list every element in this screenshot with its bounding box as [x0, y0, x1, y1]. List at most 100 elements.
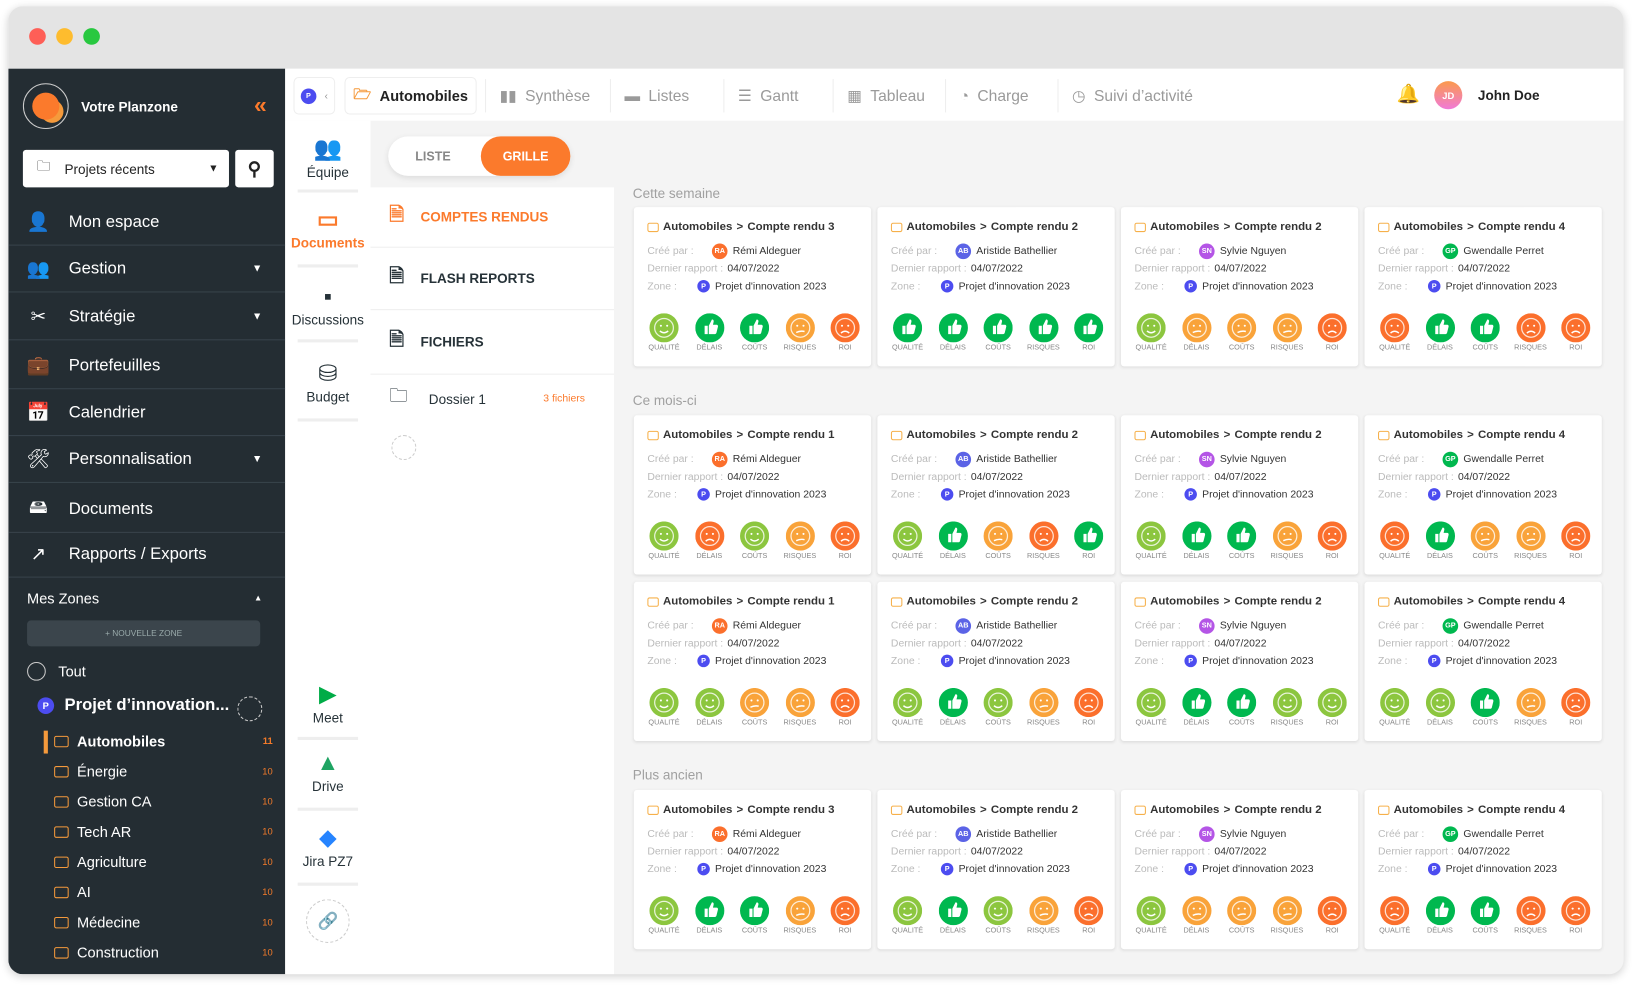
indicator-coûts[interactable]: COÛTS	[1221, 313, 1263, 352]
indicator-qualité[interactable]: QUALITÉ	[1374, 521, 1416, 560]
folder-item[interactable]: Agriculture 10	[54, 853, 273, 870]
indicator-délais[interactable]: DÉLAIS	[1176, 896, 1218, 935]
report-card[interactable]: Automobiles > Compte rendu 2 Créé par : AB…	[877, 789, 1115, 950]
indicator-délais[interactable]: DÉLAIS	[1419, 521, 1461, 560]
folder-item[interactable]: Énergie 10	[54, 763, 273, 780]
folder-dossier-1[interactable]: 🗀 Dossier 1 3 fichiers	[371, 375, 615, 423]
indicator-risques[interactable]: RISQUES	[1266, 687, 1308, 726]
indicator-risques[interactable]: RISQUES	[779, 313, 821, 352]
indicator-risques[interactable]: RISQUES	[779, 521, 821, 560]
indicator-qualité[interactable]: QUALITÉ	[887, 687, 929, 726]
user-avatar[interactable]: JD	[1434, 81, 1463, 110]
tab-listes[interactable]: ▬ Listes	[624, 77, 689, 114]
indicator-risques[interactable]: RISQUES	[1266, 313, 1308, 352]
report-card[interactable]: Automobiles > Compte rendu 2 Créé par : SN…	[1120, 581, 1359, 742]
maximize-window-button[interactable]	[83, 28, 100, 45]
sidebar-item-7[interactable]: ↗ Rapports / Exports	[8, 532, 286, 578]
indicator-roi[interactable]: ROI	[1555, 687, 1597, 726]
sidebar-item-4[interactable]: 📅 Calendrier	[8, 390, 286, 437]
tab-suivi-d-activit-[interactable]: ◷ Suivi d’activité	[1072, 77, 1193, 114]
indicator-délais[interactable]: DÉLAIS	[1419, 687, 1461, 726]
sidebar-item-0[interactable]: 👤 Mon espace	[8, 200, 286, 246]
indicator-roi[interactable]: ROI	[1068, 521, 1110, 560]
indicator-coûts[interactable]: COÛTS	[977, 687, 1019, 726]
indicator-qualité[interactable]: QUALITÉ	[1130, 313, 1172, 352]
indicator-qualité[interactable]: QUALITÉ	[643, 687, 685, 726]
indicator-délais[interactable]: DÉLAIS	[688, 313, 730, 352]
tab-charge[interactable]: ◔ Charge	[960, 77, 1029, 114]
indicator-roi[interactable]: ROI	[824, 521, 866, 560]
sidebar-item-5[interactable]: 🛠 Personnalisation ▼	[8, 437, 286, 483]
report-card[interactable]: Automobiles > Compte rendu 4 Créé par : GP…	[1364, 581, 1602, 742]
indicator-roi[interactable]: ROI	[1555, 313, 1597, 352]
indicator-coûts[interactable]: COÛTS	[1464, 896, 1506, 935]
menu-fichiers[interactable]: 🗎 FICHIERS	[370, 310, 615, 375]
indicator-qualité[interactable]: QUALITÉ	[1130, 896, 1172, 935]
indicator-risques[interactable]: RISQUES	[1510, 687, 1552, 726]
user-name[interactable]: John Doe	[1478, 87, 1540, 103]
module-discussions[interactable]: ▪ Discussions	[285, 283, 370, 328]
indicator-roi[interactable]: ROI	[1311, 313, 1353, 352]
report-card[interactable]: Automobiles > Compte rendu 2 Créé par : SN…	[1120, 415, 1359, 575]
indicator-risques[interactable]: RISQUES	[1023, 521, 1065, 560]
indicator-risques[interactable]: RISQUES	[1023, 687, 1065, 726]
indicator-roi[interactable]: ROI	[1555, 521, 1597, 560]
indicator-coûts[interactable]: COÛTS	[1464, 687, 1506, 726]
indicator-coûts[interactable]: COÛTS	[977, 521, 1019, 560]
module-documents[interactable]: ▭ Documents	[285, 206, 370, 251]
module-equipe[interactable]: 👥 Équipe	[285, 135, 370, 180]
indicator-roi[interactable]: ROI	[824, 687, 866, 726]
report-card[interactable]: Automobiles > Compte rendu 2 Créé par : SN…	[1120, 789, 1359, 950]
folder-item[interactable]: Construction 10	[54, 944, 273, 961]
add-folder-icon[interactable]	[237, 696, 263, 722]
sidebar-item-3[interactable]: 💼 Portefeuilles	[8, 343, 286, 390]
indicator-délais[interactable]: DÉLAIS	[688, 521, 730, 560]
indicator-risques[interactable]: RISQUES	[1266, 896, 1308, 935]
folder-item[interactable]: AI 10	[54, 884, 273, 900]
sidebar-item-6[interactable]: 🖴 Documents	[8, 487, 286, 533]
indicator-délais[interactable]: DÉLAIS	[932, 687, 974, 726]
integration-meet[interactable]: ▶ Meet	[285, 681, 370, 726]
indicator-coûts[interactable]: COÛTS	[734, 313, 776, 352]
project-zone[interactable]: P Projet d’innovation...	[37, 696, 229, 715]
indicator-coûts[interactable]: COÛTS	[1464, 521, 1506, 560]
view-liste[interactable]: LISTE	[415, 149, 450, 164]
indicator-coûts[interactable]: COÛTS	[1221, 687, 1263, 726]
minimize-window-button[interactable]	[56, 28, 73, 45]
zone-all[interactable]: Tout	[27, 661, 86, 681]
indicator-risques[interactable]: RISQUES	[1510, 896, 1552, 935]
indicator-qualité[interactable]: QUALITÉ	[887, 896, 929, 935]
tab-synth-se[interactable]: ▮▮ Synthèse	[500, 77, 591, 114]
chevron-up-icon[interactable]: ▲	[254, 593, 262, 602]
indicator-risques[interactable]: RISQUES	[1510, 521, 1552, 560]
indicator-qualité[interactable]: QUALITÉ	[887, 313, 929, 352]
indicator-risques[interactable]: RISQUES	[1023, 896, 1065, 935]
indicator-délais[interactable]: DÉLAIS	[688, 687, 730, 726]
report-card[interactable]: Automobiles > Compte rendu 2 Créé par : AB…	[877, 415, 1115, 575]
indicator-qualité[interactable]: QUALITÉ	[1130, 521, 1172, 560]
report-card[interactable]: Automobiles > Compte rendu 3 Créé par : RA…	[633, 207, 872, 367]
indicator-délais[interactable]: DÉLAIS	[688, 896, 730, 935]
report-card[interactable]: Automobiles > Compte rendu 4 Créé par : GP…	[1364, 415, 1602, 575]
indicator-risques[interactable]: RISQUES	[779, 896, 821, 935]
report-card[interactable]: Automobiles > Compte rendu 4 Créé par : GP…	[1364, 207, 1602, 367]
add-integration-link-icon[interactable]: 🔗	[305, 899, 350, 943]
tab-gantt[interactable]: ☰ Gantt	[738, 77, 799, 114]
indicator-qualité[interactable]: QUALITÉ	[643, 521, 685, 560]
menu-comptes-rendus[interactable]: 🗎 COMPTES RENDUS	[370, 187, 615, 248]
indicator-coûts[interactable]: COÛTS	[977, 896, 1019, 935]
indicator-délais[interactable]: DÉLAIS	[1176, 521, 1218, 560]
indicator-roi[interactable]: ROI	[1311, 896, 1353, 935]
tab-automobiles[interactable]: 🗁 Automobiles	[344, 77, 477, 115]
indicator-coûts[interactable]: COÛTS	[734, 896, 776, 935]
integration-jira[interactable]: ◆ Jira PZ7	[285, 824, 370, 869]
report-card[interactable]: Automobiles > Compte rendu 1 Créé par : RA…	[633, 581, 872, 742]
indicator-roi[interactable]: ROI	[1311, 521, 1353, 560]
close-window-button[interactable]	[29, 28, 46, 45]
indicator-délais[interactable]: DÉLAIS	[1419, 896, 1461, 935]
new-zone-button[interactable]: + NOUVELLE ZONE	[27, 620, 261, 647]
back-project-button[interactable]: P ‹	[293, 77, 336, 115]
integration-drive[interactable]: ▲ Drive	[285, 749, 370, 794]
notification-bell-icon[interactable]: 🔔	[1397, 83, 1420, 105]
indicator-roi[interactable]: ROI	[1068, 896, 1110, 935]
